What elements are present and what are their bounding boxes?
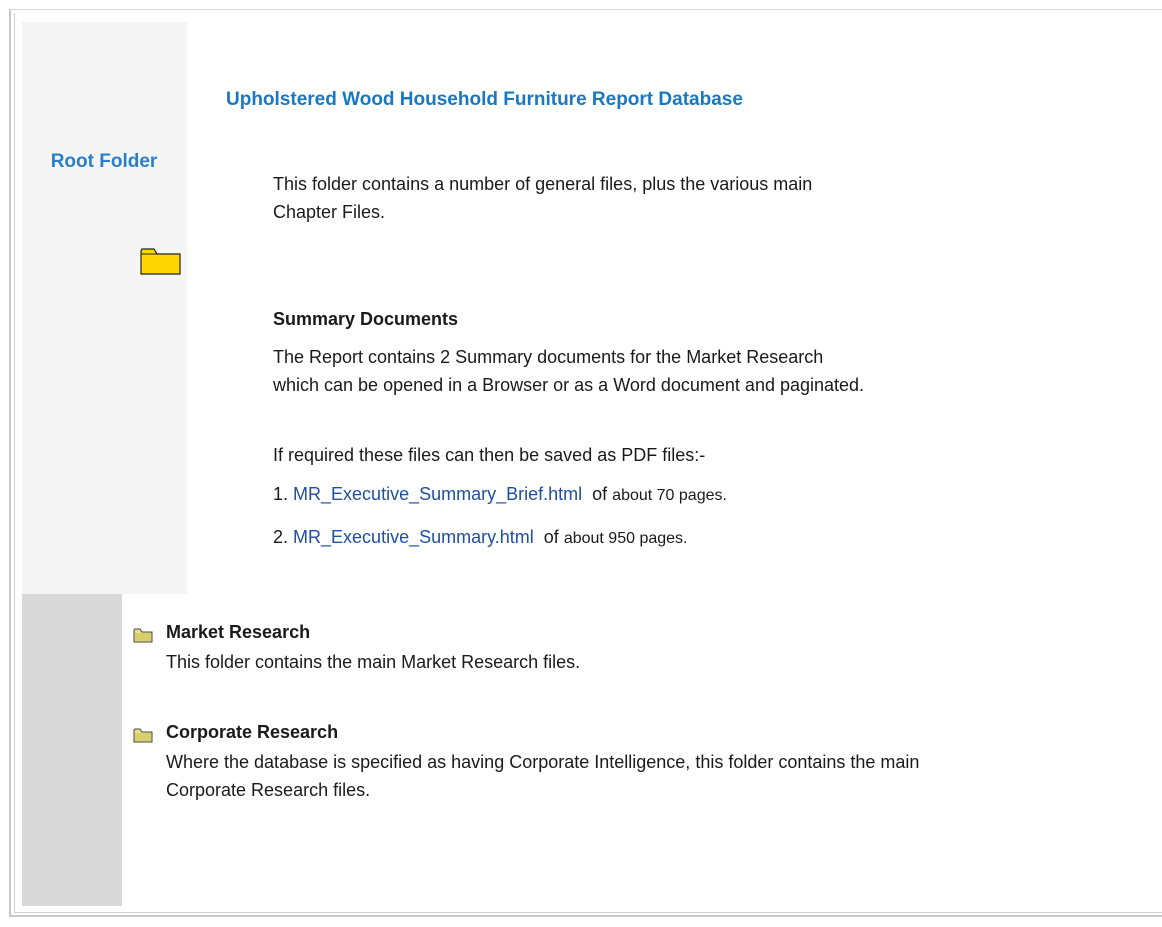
intro-text: This folder contains a number of general… [273,174,813,222]
list-number: 2. [273,527,289,547]
corporate-research-folder-description: Where the database is specified as havin… [166,752,920,800]
sidebar-panel [22,22,187,594]
list-of: of [592,484,608,504]
executive-summary-brief-link[interactable]: MR_Executive_Summary_Brief.html [293,484,582,504]
pdf-note: If required these files can then be save… [273,445,706,465]
list-of: of [543,527,559,547]
folder-icon[interactable] [133,728,153,743]
page-title: Upholstered Wood Household Furniture Rep… [226,89,743,110]
market-research-folder-description: This folder contains the main Market Res… [166,652,581,672]
list-pages: about 70 pages. [612,487,727,504]
executive-summary-link[interactable]: MR_Executive_Summary.html [293,527,534,547]
sidebar-lower-panel [22,594,122,906]
corporate-research-folder-title[interactable]: Corporate Research [166,722,338,743]
summary-description: The Report contains 2 Summary documents … [273,347,865,395]
sidebar-title: Root Folder [50,151,158,172]
folder-icon[interactable] [133,628,153,643]
list-pages: about 950 pages. [563,530,688,547]
summary-heading: Summary Documents [273,309,459,329]
document-page: Root Folder Upholstered Wood Household F… [0,0,1162,927]
folder-icon [140,248,181,275]
list-number: 1. [273,484,289,504]
list-item: 2. MR_Executive_Summary.html of about 95… [273,527,687,548]
list-item: 1. MR_Executive_Summary_Brief.html of ab… [273,484,727,505]
market-research-folder-title[interactable]: Market Research [166,622,310,643]
